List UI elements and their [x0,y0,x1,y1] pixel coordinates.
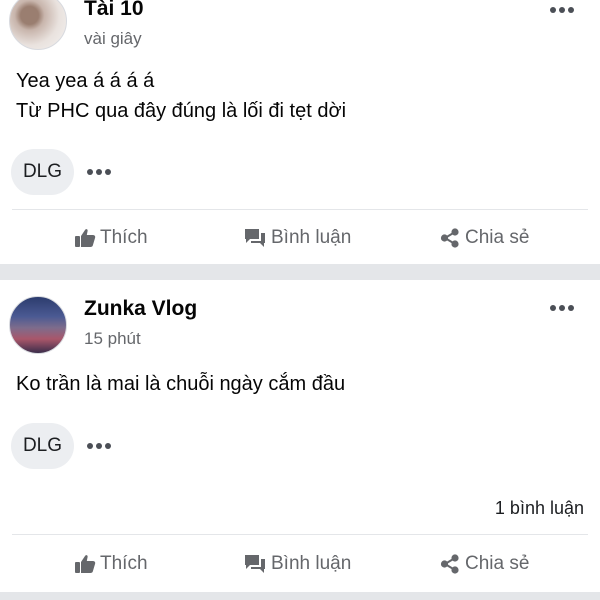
thumbs-up-icon [75,555,96,573]
like-button[interactable]: Thích [74,544,148,584]
post-card: Tài 10 vài giây Yea yea á á á á Từ PHC q… [0,0,600,264]
post-author[interactable]: Zunka Vlog [84,297,197,321]
post-separator [0,264,600,280]
share-icon [440,228,459,248]
tag-more-button[interactable] [85,162,113,182]
tag-chip[interactable]: DLG [11,423,74,469]
action-bar: Thích Bình luận Chia sẻ [0,218,600,258]
post-card: Zunka Vlog 15 phút Ko trần là mai là chu… [0,280,600,592]
speech-bubble-icon [245,555,265,573]
tag-row: DLG [11,149,113,195]
avatar[interactable] [9,296,67,354]
speech-bubble-icon [245,229,265,247]
avatar[interactable] [9,0,67,50]
more-options-icon [550,7,574,13]
post-body-line: Từ PHC qua đây đúng là lối đi tẹt dời [16,100,347,122]
share-label: Chia sẻ [465,227,530,248]
like-label: Thích [100,553,148,574]
more-options-icon [87,169,111,175]
post-separator [0,592,600,600]
comment-button[interactable]: Bình luận [243,218,351,258]
action-divider [12,209,588,210]
action-bar: Thích Bình luận Chia sẻ [0,544,600,584]
like-label: Thích [100,227,148,248]
post-more-options-button[interactable] [546,0,578,20]
share-button[interactable]: Chia sẻ [439,544,529,584]
post-body-line: Yea yea á á á á [16,70,155,92]
comment-button[interactable]: Bình luận [243,544,351,584]
thumbs-up-icon [75,229,96,247]
post-body: Ko trần là mai là chuỗi ngày cắm đầu [16,369,345,399]
more-options-icon [87,443,111,449]
tag-chip[interactable]: DLG [11,149,74,195]
post-author[interactable]: Tài 10 [84,0,144,21]
like-button[interactable]: Thích [74,218,148,258]
post-body-line: Ko trần là mai là chuỗi ngày cắm đầu [16,373,346,395]
share-icon [440,554,459,574]
post-timestamp[interactable]: vài giây [84,29,142,49]
comment-label: Bình luận [271,227,352,248]
more-options-icon [550,305,574,311]
post-timestamp[interactable]: 15 phút [84,329,141,349]
share-button[interactable]: Chia sẻ [439,218,529,258]
action-divider [12,534,588,535]
comment-label: Bình luận [271,553,352,574]
post-more-options-button[interactable] [546,298,578,318]
tag-row: DLG [11,423,113,469]
comment-count[interactable]: 1 bình luận [495,498,584,519]
post-body: Yea yea á á á á Từ PHC qua đây đúng là l… [16,66,346,126]
tag-more-button[interactable] [85,436,113,456]
share-label: Chia sẻ [465,553,530,574]
